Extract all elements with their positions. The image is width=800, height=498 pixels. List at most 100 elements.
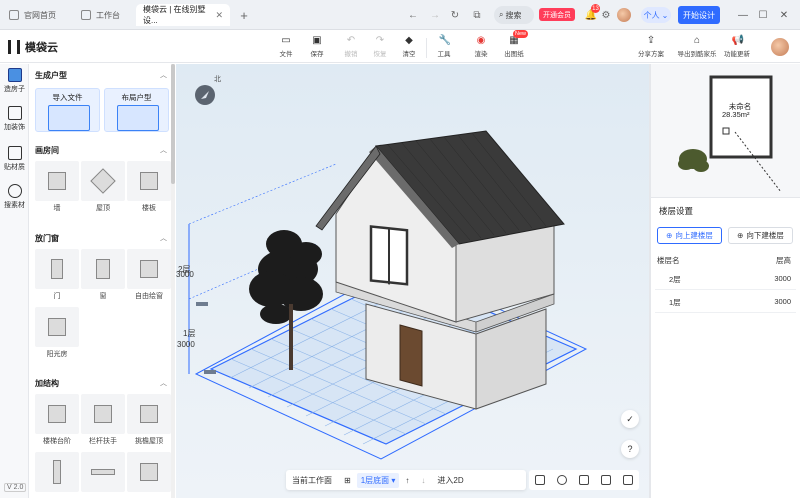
redo-icon: ↷: [375, 35, 385, 46]
avatar[interactable]: [617, 8, 631, 22]
undo-label: 撤销: [344, 51, 358, 58]
floor-down-icon[interactable]: ↓: [415, 476, 431, 485]
fullscreen-icon[interactable]: [623, 475, 633, 485]
stairs-item[interactable]: 楼梯台阶: [35, 394, 79, 448]
new-tab-button[interactable]: +: [236, 7, 252, 23]
home-view-icon[interactable]: [535, 475, 545, 485]
structure-item[interactable]: [81, 452, 125, 498]
rail-label: 加装饰: [4, 124, 25, 131]
compass-icon[interactable]: [195, 85, 215, 105]
floor-plan-minimap[interactable]: [651, 64, 800, 198]
item-label: 自由绘窗: [135, 293, 163, 300]
chevron-up-icon[interactable]: ︿: [160, 70, 167, 80]
railing-item[interactable]: 栏杆扶手: [81, 394, 125, 448]
vip-button[interactable]: 开通会员: [539, 8, 575, 21]
rail-item-build[interactable]: 造房子: [0, 68, 29, 94]
close-window-icon[interactable]: ✕: [777, 8, 791, 22]
clipboard-icon[interactable]: ✓: [621, 410, 639, 428]
start-design-button[interactable]: 开始设计: [678, 6, 720, 24]
rail-item-search-material[interactable]: 搜素材: [0, 184, 29, 210]
free-window-item[interactable]: 自由绘窗: [127, 249, 171, 303]
tools-button[interactable]: 🔧 工具: [431, 35, 457, 61]
wall-item[interactable]: 墙: [35, 161, 79, 215]
personal-dropdown[interactable]: 个人 ⌄: [641, 7, 671, 23]
item-label: 墙: [53, 205, 61, 212]
item-label: 门: [53, 293, 61, 300]
floor-up-icon[interactable]: ↑: [399, 476, 415, 485]
grid-icon[interactable]: ⊞: [338, 476, 357, 485]
rail-item-material[interactable]: 贴材质: [0, 146, 29, 172]
chevron-up-icon[interactable]: ︿: [160, 233, 167, 243]
refresh-icon[interactable]: ↻: [447, 7, 463, 23]
minimize-icon[interactable]: —: [736, 8, 750, 22]
render-button[interactable]: ◉ 渲染: [468, 35, 494, 61]
search-material-icon: [7, 184, 22, 198]
window-item[interactable]: 窗: [81, 249, 125, 303]
redo-label: 恢复: [373, 51, 387, 58]
import-file-card[interactable]: 导入文件: [35, 88, 100, 132]
render-label: 渲染: [474, 51, 488, 58]
gear-icon[interactable]: ⚙: [598, 7, 614, 23]
tab-homepage[interactable]: 官网首页: [2, 4, 70, 26]
clear-button[interactable]: ◆ 清空: [396, 35, 422, 61]
share-button[interactable]: ⇪ 分享方案: [636, 35, 666, 61]
drawing-button[interactable]: ▦ 出图纸: [501, 35, 527, 61]
decor-icon: [7, 106, 22, 120]
copy-link-icon[interactable]: ⧉: [469, 7, 485, 23]
cube-icon[interactable]: [579, 475, 589, 485]
help-button[interactable]: ?: [621, 440, 639, 458]
structure-item[interactable]: [127, 452, 171, 498]
section-title-structures: 加结构: [35, 379, 59, 388]
redo-button[interactable]: ↷ 恢复: [367, 35, 393, 61]
sunroom-item[interactable]: 阳光房: [35, 307, 79, 361]
structure-item[interactable]: [35, 452, 79, 498]
drawing-label: 出图纸: [504, 51, 524, 58]
floor-height[interactable]: 3000: [774, 274, 791, 283]
user-avatar[interactable]: [771, 38, 789, 56]
file-button[interactable]: ▭ 文件: [273, 35, 299, 61]
floor-select[interactable]: 1层底面 ▾: [356, 472, 400, 488]
door-item[interactable]: 门: [35, 249, 79, 303]
viewport-bottom-bar: 当前工作面 ⊞ 1层底面 ▾ ↑ ↓ 进入2D: [286, 470, 526, 490]
app-logo: 模袋云: [8, 39, 58, 55]
updates-button[interactable]: 📢 功能更新: [722, 35, 752, 61]
roof-item[interactable]: 屋顶: [81, 161, 125, 215]
tools-label: 工具: [437, 51, 451, 58]
floor-slab-item[interactable]: 楼板: [127, 161, 171, 215]
panel-scrollbar[interactable]: [171, 64, 175, 498]
eave-roof-item[interactable]: 挑檐屋顶: [127, 394, 171, 448]
forward-icon[interactable]: →: [427, 7, 443, 23]
chevron-up-icon[interactable]: ︿: [160, 145, 167, 155]
layers-icon[interactable]: [601, 475, 611, 485]
close-icon[interactable]: ✕: [215, 10, 223, 21]
export-button[interactable]: ⌂ 导出到酷家乐: [678, 35, 717, 61]
floor-row[interactable]: 1层 3000: [655, 291, 796, 313]
section-title-draw-room: 画房间: [35, 146, 59, 155]
layout-card[interactable]: 布局户型: [104, 88, 169, 132]
add-floor-up-button[interactable]: ⊕ 向上建楼层: [657, 227, 722, 244]
floor-height[interactable]: 3000: [774, 297, 791, 306]
item-label: 屋顶: [96, 205, 110, 212]
save-button[interactable]: ▣ 保存: [304, 35, 330, 61]
floor-select-label: 1层底面: [360, 475, 390, 485]
eye-icon[interactable]: [557, 475, 567, 485]
tab-workbench[interactable]: 工作台: [74, 4, 132, 26]
chevron-down-icon: ⌄: [661, 10, 669, 20]
scrollbar-thumb[interactable]: [171, 64, 175, 184]
search-button[interactable]: ⌕ 搜索: [494, 6, 534, 24]
floor-row[interactable]: 2层 3000: [655, 268, 796, 290]
tab-design[interactable]: 模袋云 | 在线别墅设... ✕: [136, 4, 230, 26]
wall-icon: [48, 172, 66, 190]
view-controls: [529, 470, 639, 490]
rail-label: 搜素材: [4, 202, 25, 209]
chevron-up-icon[interactable]: ︿: [160, 378, 167, 388]
enter-2d-button[interactable]: 进入2D: [431, 475, 469, 486]
back-icon[interactable]: ←: [405, 7, 421, 23]
add-floor-down-button[interactable]: ⊕ 向下建楼层: [728, 227, 793, 244]
rail-item-decor[interactable]: 加装饰: [0, 106, 29, 132]
save-icon: ▣: [312, 35, 322, 46]
3d-viewport[interactable]: 北 2层 3000 1层 3000 当前工作面 ⊞ 1层底面 ▾ ↑ ↓ 进入2…: [176, 64, 649, 498]
maximize-icon[interactable]: ☐: [756, 8, 770, 22]
import-file-icon: [48, 105, 90, 131]
undo-button[interactable]: ↶ 撤销: [338, 35, 364, 61]
